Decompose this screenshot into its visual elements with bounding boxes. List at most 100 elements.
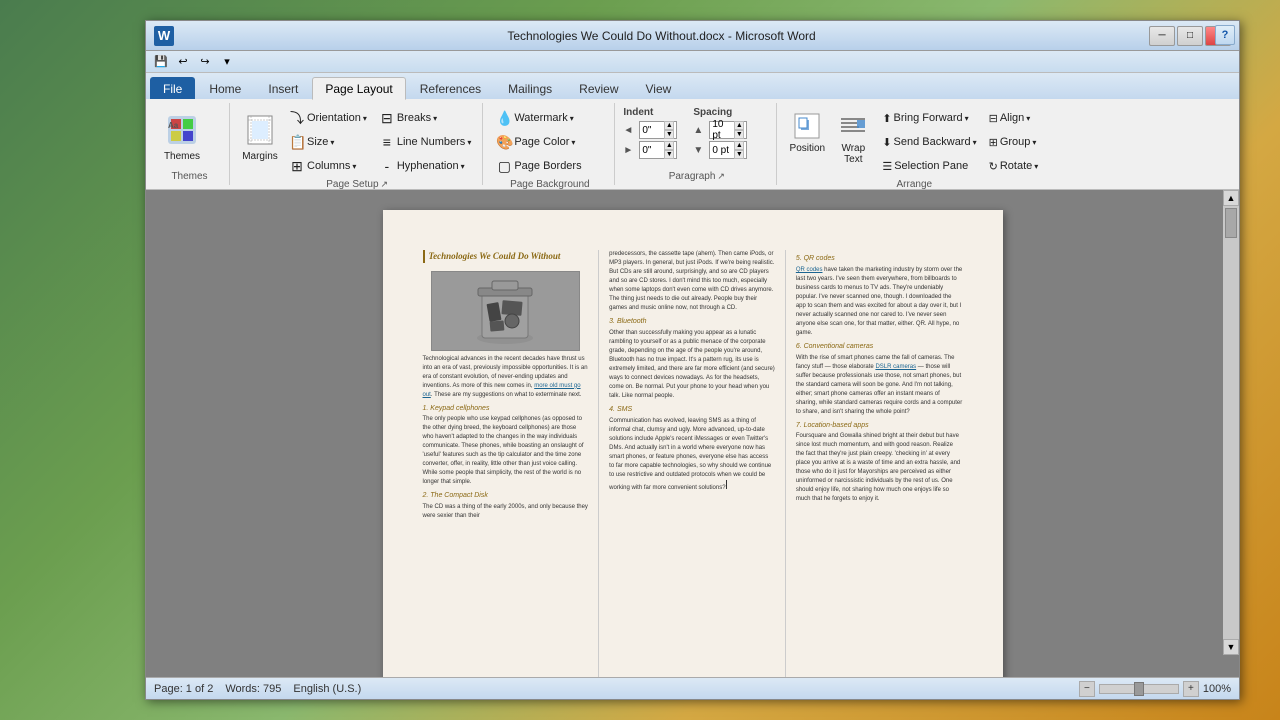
send-backward-button[interactable]: ⬇ Send Backward ▾ xyxy=(877,131,981,153)
watermark-label: Watermark xyxy=(514,112,567,124)
tab-file[interactable]: File xyxy=(150,77,195,99)
word-app-icon: W xyxy=(154,26,174,46)
spacing-before-value: 10 pt xyxy=(712,119,734,141)
indent-left-down[interactable]: ▼ xyxy=(664,130,674,139)
bring-forward-icon: ⬆ xyxy=(882,112,891,125)
undo-button[interactable]: ↩ xyxy=(174,53,192,71)
size-label: Size xyxy=(307,136,328,148)
heading-qr-codes: 5. QR codes xyxy=(796,254,963,264)
themes-group: Aa Themes Themes xyxy=(150,103,230,185)
col1-link[interactable]: more old must go out xyxy=(423,383,581,398)
tab-view[interactable]: View xyxy=(633,77,685,99)
page-borders-button[interactable]: ▢ Page Borders xyxy=(491,155,586,177)
indent-left-arrows: ▲ ▼ xyxy=(664,121,674,139)
page-column-2: predecessors, the cassette tape (ahem). … xyxy=(599,250,786,677)
spacing-after-spinbox[interactable]: 0 pt ▲ ▼ xyxy=(709,141,747,159)
columns-button[interactable]: ⊞ Columns ▾ xyxy=(284,155,372,177)
heading-bluetooth: 3. Bluetooth xyxy=(609,317,775,327)
save-button[interactable]: 💾 xyxy=(152,53,170,71)
customize-button[interactable]: ▾ xyxy=(218,53,236,71)
line-numbers-label: Line Numbers xyxy=(397,136,465,148)
indent-left-spinbox[interactable]: 0" ▲ ▼ xyxy=(639,121,677,139)
minimize-button[interactable]: ─ xyxy=(1149,26,1175,46)
scroll-down-button[interactable]: ▼ xyxy=(1223,639,1239,655)
indent-left-up[interactable]: ▲ xyxy=(664,121,674,130)
send-backward-label: Send Backward xyxy=(894,136,971,148)
spacing-label: Spacing xyxy=(693,107,747,118)
tab-page-layout[interactable]: Page Layout xyxy=(312,77,405,100)
align-button[interactable]: ⊟ Align ▾ xyxy=(984,107,1044,129)
selection-pane-button[interactable]: ☰ Selection Pane xyxy=(877,155,981,177)
tab-insert[interactable]: Insert xyxy=(255,77,311,99)
words-indicator: Words: 795 xyxy=(225,683,281,695)
col2-para3: Other than successfully making you appea… xyxy=(609,329,775,401)
position-label: Position xyxy=(790,143,826,154)
arrange-group-content: Position xyxy=(785,103,1043,179)
orientation-button[interactable]: ⤵ Orientation ▾ xyxy=(284,107,372,129)
wrap-text-button[interactable]: Wrap Text xyxy=(831,107,875,162)
hyphenation-icon: ‐ xyxy=(379,158,395,174)
zoom-thumb[interactable] xyxy=(1134,682,1144,696)
zoom-in-button[interactable]: + xyxy=(1183,681,1199,697)
group-button[interactable]: ⊞ Group ▾ xyxy=(984,131,1044,153)
document-area[interactable]: Technologies We Could Do Without xyxy=(146,190,1239,677)
spacing-before-spinbox[interactable]: 10 pt ▲ ▼ xyxy=(709,121,747,139)
redo-button[interactable]: ↪ xyxy=(196,53,214,71)
themes-button[interactable]: Aa Themes xyxy=(156,107,208,167)
vertical-scrollbar[interactable]: ▲ ▼ xyxy=(1223,190,1239,655)
position-button[interactable]: Position xyxy=(785,107,829,162)
indent-right-spinbox[interactable]: 0" ▲ ▼ xyxy=(639,141,677,159)
bring-forward-button[interactable]: ⬆ Bring Forward ▾ xyxy=(877,107,981,129)
themes-icon: Aa xyxy=(164,112,200,148)
scroll-up-button[interactable]: ▲ xyxy=(1223,190,1239,206)
columns-arrow: ▾ xyxy=(352,162,356,171)
indent-right-down[interactable]: ▼ xyxy=(664,150,674,159)
tab-references[interactable]: References xyxy=(407,77,494,99)
spacing-before-down[interactable]: ▼ xyxy=(734,130,744,139)
tab-home[interactable]: Home xyxy=(196,77,254,99)
tab-mailings[interactable]: Mailings xyxy=(495,77,565,99)
watermark-button[interactable]: 💧 Watermark ▾ xyxy=(491,107,586,129)
spacing-before-up[interactable]: ▲ xyxy=(734,121,744,130)
zoom-slider[interactable] xyxy=(1099,684,1179,694)
spacing-before-row: ▲ 10 pt ▲ ▼ xyxy=(693,121,747,139)
trash-image xyxy=(431,271,580,351)
scroll-thumb[interactable] xyxy=(1225,208,1237,238)
page-setup-dialog-launcher[interactable]: ↗ xyxy=(381,179,389,190)
size-button[interactable]: 📋 Size ▾ xyxy=(284,131,372,153)
zoom-out-button[interactable]: − xyxy=(1079,681,1095,697)
breaks-button[interactable]: ⊟ Breaks ▾ xyxy=(374,107,477,129)
paragraph-group-content: Indent ◄ 0" ▲ ▼ xyxy=(623,103,747,171)
col1-intro: Technological advances in the recent dec… xyxy=(423,355,589,400)
page-color-button[interactable]: 🎨 Page Color ▾ xyxy=(491,131,586,153)
paragraph-group-label: Paragraph ↗ xyxy=(623,171,770,185)
arrange-far-col: ⊟ Align ▾ ⊞ Group ▾ ↻ Rotate xyxy=(984,107,1044,177)
breaks-label: Breaks xyxy=(397,112,431,124)
page-bg-col: 💧 Watermark ▾ 🎨 Page Color ▾ ▢ Page Bord… xyxy=(491,107,586,177)
ribbon-tabs: File Home Insert Page Layout References … xyxy=(146,73,1239,99)
indent-spacing-row: Indent ◄ 0" ▲ ▼ xyxy=(623,107,747,159)
page-setup-group: Margins ⤵ Orientation ▾ 📋 Size ▾ xyxy=(232,103,483,185)
hyphenation-button[interactable]: ‐ Hyphenation ▾ xyxy=(374,155,477,177)
spacing-after-down[interactable]: ▼ xyxy=(734,150,744,159)
margins-button[interactable]: Margins xyxy=(238,107,282,167)
dslr-link[interactable]: DSLR cameras xyxy=(875,364,916,370)
rotate-button[interactable]: ↻ Rotate ▾ xyxy=(984,155,1044,177)
tab-review[interactable]: Review xyxy=(566,77,631,99)
col1-para2: The CD was a thing of the early 2000s, a… xyxy=(423,503,589,521)
line-numbers-button[interactable]: ≡ Line Numbers ▾ xyxy=(374,131,477,153)
title-bar-left: W xyxy=(154,26,174,46)
quick-access-toolbar: 💾 ↩ ↪ ▾ xyxy=(146,51,1239,73)
indent-right-up[interactable]: ▲ xyxy=(664,141,674,150)
watermark-arrow: ▾ xyxy=(570,114,574,123)
page-indicator: Page: 1 of 2 xyxy=(154,683,213,695)
spacing-after-up[interactable]: ▲ xyxy=(734,141,744,150)
maximize-button[interactable]: □ xyxy=(1177,26,1203,46)
paragraph-dialog-launcher[interactable]: ↗ xyxy=(717,171,725,182)
heading-sms: 4. SMS xyxy=(609,405,775,415)
help-button[interactable]: ? xyxy=(1215,25,1235,45)
watermark-icon: 💧 xyxy=(496,110,512,127)
qr-codes-link[interactable]: QR codes xyxy=(796,267,823,273)
themes-group-label: Themes xyxy=(156,171,223,185)
indent-column: Indent ◄ 0" ▲ ▼ xyxy=(623,107,677,159)
